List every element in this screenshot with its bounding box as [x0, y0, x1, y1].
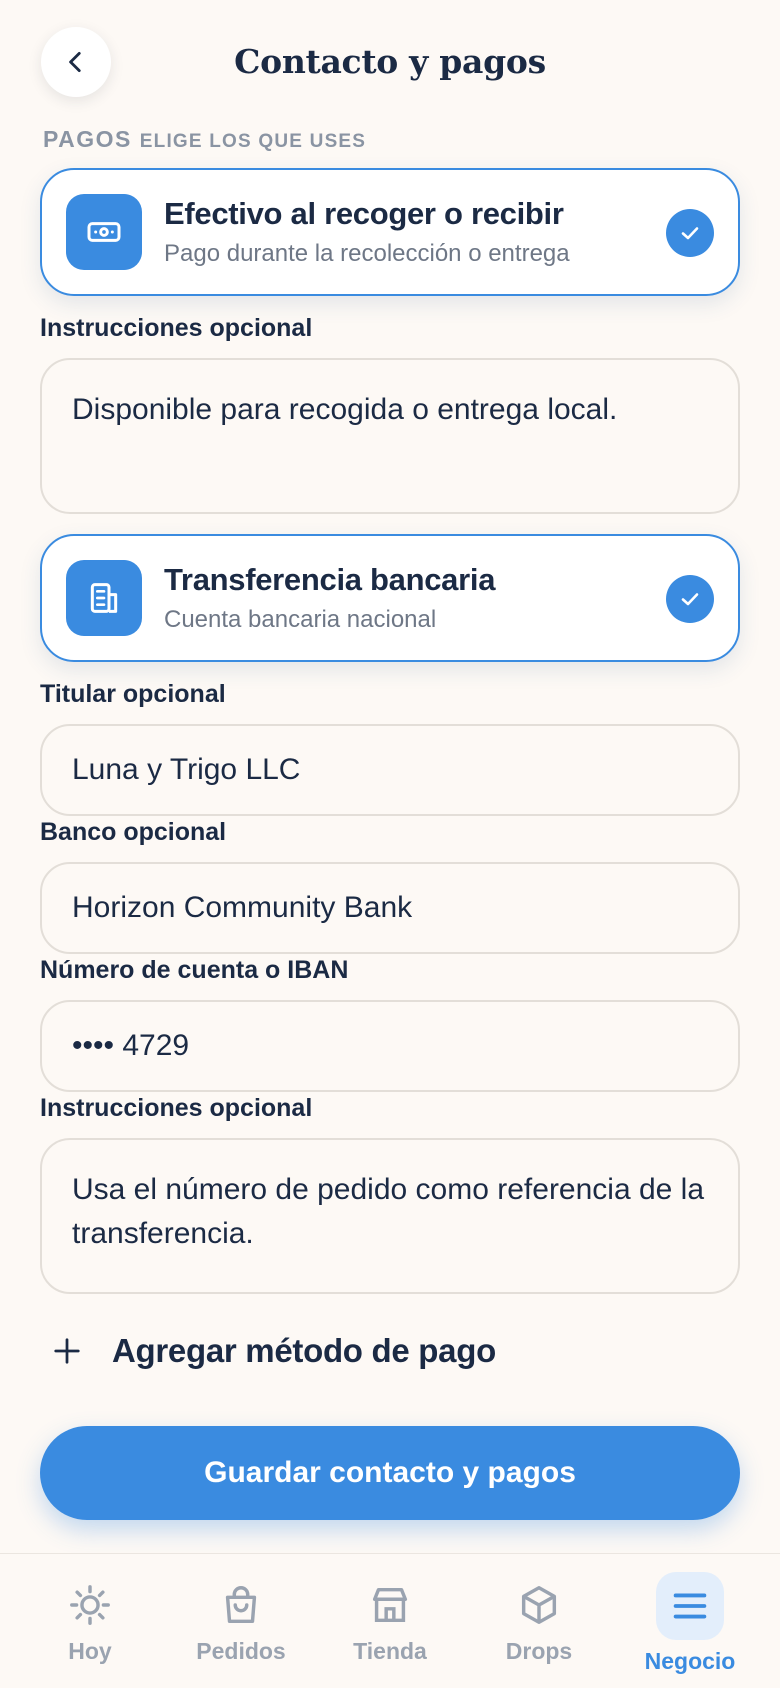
nav-label: Tienda: [353, 1638, 427, 1664]
add-payment-method-label: Agregar método de pago: [112, 1332, 496, 1369]
menu-icon: [673, 1593, 707, 1619]
nav-item-negocio[interactable]: Negocio: [620, 1554, 760, 1688]
section-sublabel: ELIGE LOS QUE USES: [139, 131, 367, 152]
bank-field[interactable]: Horizon Community Bank: [40, 862, 740, 954]
nav-label: Pedidos: [196, 1638, 286, 1664]
check-icon[interactable]: [666, 209, 714, 257]
cash-instructions-label: Instrucciones opcional: [40, 314, 313, 342]
bank-label: Banco opcional: [40, 818, 227, 846]
box-icon: [521, 1586, 557, 1624]
payment-method-cash-card[interactable]: Efectivo al recoger o recibir Pago duran…: [40, 168, 740, 296]
holder-field[interactable]: Luna y Trigo LLC: [40, 724, 740, 816]
nav-label: Negocio: [644, 1648, 736, 1674]
method-title: Transferencia bancaria: [164, 562, 496, 597]
bottom-nav: Hoy Pedidos Tienda Drops Negocio: [0, 1553, 780, 1688]
account-label: Número de cuenta o IBAN: [40, 956, 349, 984]
cash-icon: [66, 194, 142, 270]
header: Contacto y pagos: [0, 0, 780, 128]
page-title: Contacto y pagos: [234, 42, 546, 81]
nav-item-drops[interactable]: Drops: [469, 1554, 609, 1688]
bank-building-icon: [66, 560, 142, 636]
nav-item-tienda[interactable]: Tienda: [320, 1554, 460, 1688]
sun-icon: [70, 1585, 110, 1625]
method-title: Efectivo al recoger o recibir: [164, 196, 564, 231]
nav-item-pedidos[interactable]: Pedidos: [171, 1554, 311, 1688]
nav-label: Drops: [505, 1638, 573, 1664]
plus-icon: [54, 1338, 80, 1364]
holder-label: Titular opcional: [40, 680, 226, 708]
bank-instructions-label: Instrucciones opcional: [40, 1094, 313, 1122]
nav-label: Hoy: [68, 1638, 112, 1664]
bag-icon: [225, 1586, 257, 1624]
bank-instructions-field[interactable]: Usa el número de pedido como referencia …: [40, 1138, 740, 1294]
cash-instructions-field[interactable]: Disponible para recogida o entrega local…: [40, 358, 740, 514]
store-icon: [372, 1587, 408, 1623]
method-subtitle: Pago durante la recolección o entrega: [164, 240, 570, 267]
method-subtitle: Cuenta bancaria nacional: [164, 606, 437, 633]
nav-item-hoy[interactable]: Hoy: [20, 1554, 160, 1688]
payment-method-bank-card[interactable]: Transferencia bancaria Cuenta bancaria n…: [40, 534, 740, 662]
add-payment-method-button[interactable]: Agregar método de pago: [52, 1326, 496, 1376]
section-label: PAGOS ELIGE LOS QUE USES: [43, 126, 366, 153]
section-title: PAGOS: [43, 126, 132, 152]
check-icon[interactable]: [666, 575, 714, 623]
save-button[interactable]: Guardar contacto y pagos: [40, 1426, 740, 1520]
account-field[interactable]: •••• 4729: [40, 1000, 740, 1092]
